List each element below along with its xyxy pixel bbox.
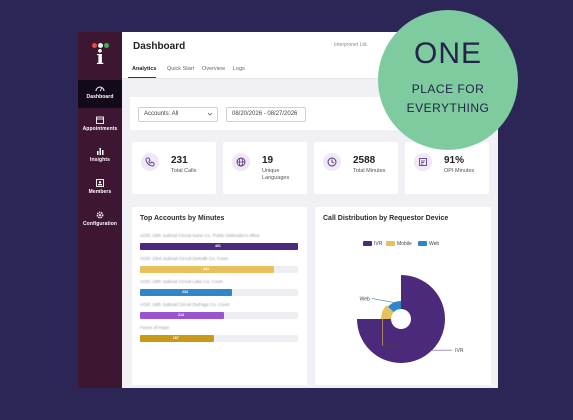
chart-icon [419, 158, 427, 166]
sidebar-item-appointments[interactable]: Appointments [78, 112, 122, 140]
globe-icon [236, 157, 246, 167]
tab-quick-start[interactable]: Quick Start [167, 66, 194, 72]
brand-logo: i [88, 41, 112, 71]
account-bar[interactable]: 234 [140, 289, 233, 296]
account-bar-track: 234 [140, 289, 298, 296]
badge-line-2: PLACE FOR [411, 82, 485, 96]
badge-line-3: EVERYTHING [406, 101, 490, 115]
account-bar-value: 234 [182, 290, 188, 294]
pie-label-mobile: Mobile [385, 344, 400, 350]
clock-icon [327, 157, 337, 167]
accounts-select[interactable]: Accounts: All [138, 107, 218, 122]
panel-title: Top Accounts by Minutes [140, 215, 225, 222]
tab-analytics[interactable]: Analytics [132, 66, 156, 72]
tab-overview[interactable]: Overview [202, 66, 225, 72]
account-name: AOIC 19th Judicial Circuit Lake Co. Cour… [140, 279, 223, 284]
sidebar-item-label: Members [88, 189, 112, 195]
account-bar-value: 214 [178, 313, 184, 317]
kpi-value: 231 [171, 155, 188, 166]
sidebar-item-members[interactable]: Members [78, 175, 122, 203]
kpi-label: Unique Languages [262, 168, 290, 181]
kpi-card-total-calls: 231 Total Calls [132, 142, 216, 194]
kpi-card-unique-languages: 19 Unique Languages [223, 142, 307, 194]
sidebar-item-configuration[interactable]: Configuration [78, 207, 122, 235]
sidebar-item-label: Insights [90, 157, 110, 163]
kpi-label: OPI Minutes [444, 168, 475, 174]
account-bar[interactable]: 214 [140, 312, 225, 319]
call-distribution-panel: Call Distribution by Requestor Device IV… [315, 207, 491, 385]
calendar-icon [96, 116, 104, 124]
account-bar-value: 187 [172, 336, 179, 340]
pie-chart: IVR Mobile Web [357, 275, 464, 363]
kpi-label: Total Minutes [353, 168, 386, 174]
tab-logs[interactable]: Logs [233, 66, 245, 72]
accounts-select-value: Accounts: All [144, 111, 179, 117]
pie-label-ivr: IVR [455, 348, 464, 354]
account-bar-track: 187 [140, 335, 298, 342]
kpi-card-total-minutes: 2588 Total Minutes [314, 142, 398, 194]
badge-headline: ONE [413, 37, 482, 70]
kpi-value: 19 [262, 155, 274, 166]
gear-icon [96, 211, 104, 219]
company-name: Interpronet Ltd. [334, 42, 368, 48]
pie-label-web: Web [360, 296, 370, 302]
date-range-value: 08/20/2026 - 08/27/2026 [232, 111, 298, 117]
account-name: AOIC 16th Judicial Circuit Kane Co. Publ… [140, 233, 260, 238]
sidebar-item-dashboard[interactable]: Dashboard [78, 80, 122, 108]
account-name: Faces of Hope [140, 325, 170, 330]
active-tab-indicator [128, 77, 156, 78]
id-card-icon [96, 179, 104, 187]
bar-chart-icon [97, 148, 104, 155]
account-name: AOIC 23rd Judicial Circuit DeKalb Co. Co… [140, 256, 229, 261]
account-bar-value: 401 [215, 244, 221, 248]
sidebar-item-label: Dashboard [86, 94, 114, 100]
phone-icon [145, 157, 155, 167]
kpi-value: 91% [444, 155, 465, 166]
kpi-label: Total Calls [171, 168, 197, 174]
sidebar-item-insights[interactable]: Insights [78, 143, 122, 171]
chevron-down-icon [207, 112, 213, 116]
account-bar-track: 214 [140, 312, 298, 319]
pie-slice-ivr[interactable] [357, 275, 445, 363]
top-accounts-panel: Top Accounts by Minutes AOIC 16th Judici… [132, 207, 307, 385]
panel-title: Call Distribution by Requestor Device [323, 215, 449, 222]
account-bar-track: 341 [140, 266, 298, 273]
promo-badge: ONE PLACE FOR EVERYTHING [378, 10, 518, 150]
pie-leader-line [371, 298, 394, 303]
sidebar-item-label: Configuration [82, 221, 118, 227]
account-bar[interactable]: 187 [140, 335, 214, 342]
page-title: Dashboard [133, 41, 186, 52]
account-bar[interactable]: 341 [140, 266, 275, 273]
sidebar-item-label: Appointments [82, 126, 118, 132]
date-range-picker[interactable]: 08/20/2026 - 08/27/2026 [226, 107, 306, 122]
account-name: AOIC 18th Judicial Circuit DuPage Co. Co… [140, 302, 230, 307]
account-bar-value: 341 [203, 267, 210, 271]
account-bar[interactable]: 401 [140, 243, 298, 250]
gauge-icon [95, 86, 105, 92]
sidebar: i Dashboard Appointments Insights Member… [78, 32, 122, 388]
account-bar-track: 401 [140, 243, 298, 250]
kpi-value: 2588 [353, 155, 376, 166]
